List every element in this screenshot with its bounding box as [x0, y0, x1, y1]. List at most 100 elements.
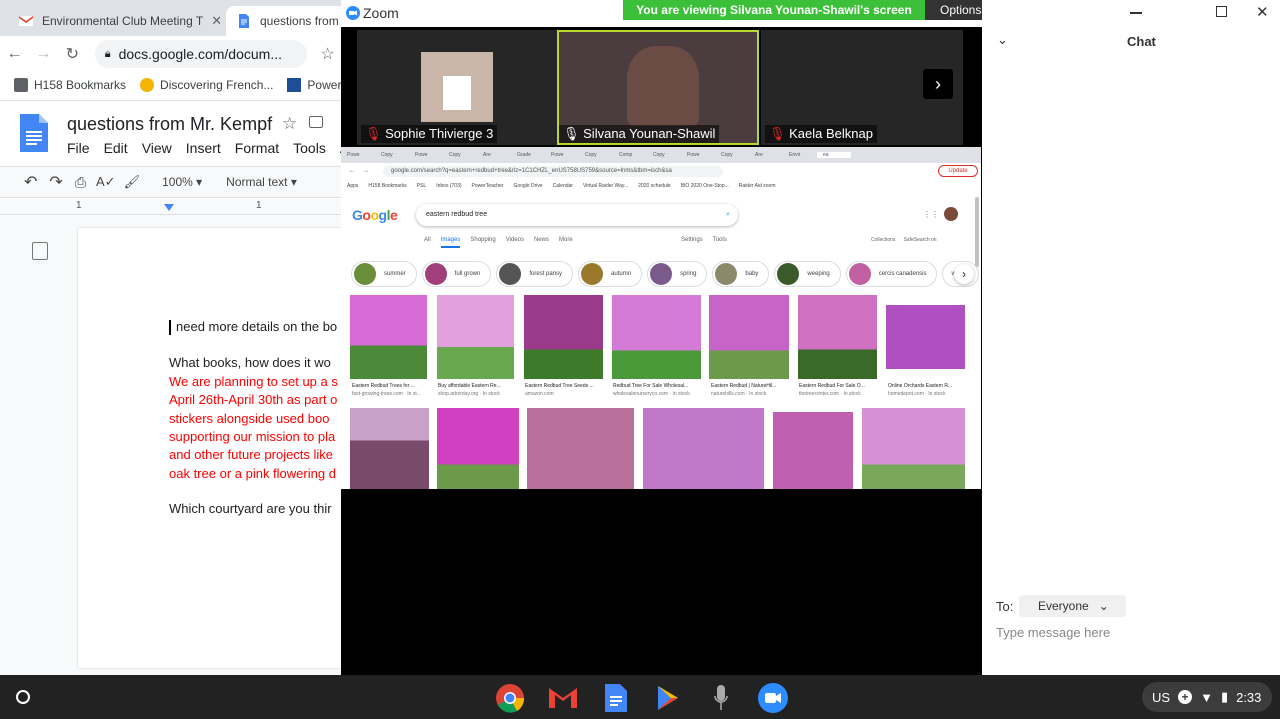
- to-label: To:: [996, 599, 1014, 614]
- launcher-button[interactable]: [8, 682, 38, 712]
- shared-tab: Powe: [551, 152, 564, 158]
- shelf-app-voice[interactable]: [706, 683, 736, 713]
- bookmark-french[interactable]: Discovering French...: [140, 78, 273, 92]
- star-icon[interactable]: ☆: [282, 114, 297, 134]
- bookmark-powerschool[interactable]: PowerS: [287, 78, 342, 92]
- bookmark-h158[interactable]: H158 Bookmarks: [14, 78, 126, 92]
- tab-gmail[interactable]: Environmental Club Meeting T ✕: [8, 6, 220, 36]
- back-icon[interactable]: ←: [0, 45, 29, 63]
- search-tools: Settings Tools: [681, 237, 727, 243]
- muted-mic-icon: 🎙︎: [769, 126, 786, 141]
- shared-tab: Grade: [517, 152, 531, 158]
- image-result: [862, 408, 965, 489]
- shared-bookmark: PowerTeacher: [471, 183, 504, 189]
- forward-icon[interactable]: →: [29, 45, 58, 63]
- shared-bookmark: Raider Aid zoom: [738, 183, 776, 189]
- result-source: fast-growing-trees.com · In st...: [352, 391, 421, 397]
- chip: spring: [647, 261, 708, 287]
- doc-line: need more details on the bo: [176, 319, 338, 334]
- google-logo: Google: [352, 207, 398, 223]
- shelf-app-docs[interactable]: [601, 683, 631, 713]
- status-tray[interactable]: US + ▼ ▮ 2:33: [1142, 682, 1272, 712]
- menu-insert[interactable]: Insert: [186, 140, 221, 156]
- doc-line: oak tree or a pink flowering d: [169, 466, 336, 481]
- reload-icon[interactable]: ↻: [58, 44, 87, 64]
- wifi-icon: ▼: [1200, 689, 1213, 705]
- collections-link: Collections: [871, 237, 896, 243]
- star-icon[interactable]: ☆: [313, 44, 342, 64]
- result-source: wholesalenurseryco.com · In stock: [613, 391, 690, 397]
- doc-line: stickers alongside used boo: [169, 411, 330, 426]
- chevron-right-icon: ›: [954, 264, 974, 284]
- doc-line: What books, how does it wo: [169, 355, 331, 370]
- powerschool-icon: [287, 78, 302, 92]
- chip: baby: [712, 261, 770, 287]
- participant-tile-sophie[interactable]: 🎙︎ Sophie Thivierge 3: [357, 30, 559, 145]
- menu-edit[interactable]: Edit: [104, 140, 128, 156]
- participant-name: 🎙︎ Kaela Belknap: [765, 125, 877, 143]
- shared-bookmark: H158 Bookmarks: [368, 183, 407, 189]
- spellcheck-icon[interactable]: A✓: [96, 174, 116, 190]
- menu-file[interactable]: File: [67, 140, 90, 156]
- search-tab-news: News: [533, 237, 549, 243]
- chat-panel: [982, 0, 1280, 675]
- menu-format[interactable]: Format: [235, 140, 279, 156]
- launcher-icon: [16, 690, 30, 704]
- shelf-app-chrome[interactable]: [495, 683, 525, 713]
- chat-message-input[interactable]: Type message here: [996, 625, 1110, 640]
- search-query: eastern redbud tree: [426, 211, 488, 218]
- shared-bookmark: PSL: [416, 183, 427, 189]
- shelf-app-play-store[interactable]: [653, 683, 683, 713]
- url-field[interactable]: 🔒︎ docs.google.com/docum...: [94, 40, 308, 68]
- chip-thumbnail: [650, 263, 673, 285]
- undo-icon[interactable]: ↶: [24, 172, 37, 192]
- recipient-select[interactable]: Everyone ⌄: [1019, 595, 1126, 617]
- paint-format-icon[interactable]: 🖌︎: [124, 174, 141, 190]
- shared-screen[interactable]: Powe Copy Powe Copy Are Grade Powe Copy Comp Copy…: [341, 147, 981, 489]
- folder-icon: [14, 78, 28, 92]
- tab-label: Environmental Club Meeting T: [42, 14, 204, 28]
- menu-view[interactable]: View: [142, 140, 172, 156]
- docs-toolbar: ↶ ↷ ⎙ A✓ 🖌︎ 100% ▾ Normal text ▾: [0, 166, 342, 198]
- chip: autumn: [578, 261, 643, 287]
- indent-marker[interactable]: [164, 204, 174, 211]
- move-folder-icon[interactable]: [309, 116, 323, 128]
- close-icon[interactable]: ✕: [1256, 3, 1269, 21]
- chevron-down-icon: ⌄: [1098, 599, 1109, 613]
- image-result: [886, 305, 965, 369]
- lock-icon: 🔒︎: [104, 47, 111, 60]
- tab-label: questions from M: [260, 14, 342, 28]
- doc-line: April 26th-April 30th as part o: [169, 392, 338, 407]
- scrollbar: [975, 197, 979, 267]
- search-tab-all: All: [424, 237, 431, 243]
- menu-tools[interactable]: Tools: [293, 140, 326, 156]
- redo-icon[interactable]: ↷: [49, 172, 62, 192]
- ruler-mark: 1: [76, 200, 82, 211]
- docs-logo-icon[interactable]: [20, 114, 48, 152]
- shared-tab: Powe: [347, 152, 360, 158]
- style-select[interactable]: Normal text ▾: [226, 175, 297, 189]
- shelf-app-gmail[interactable]: [548, 683, 578, 713]
- minimize-icon[interactable]: [1130, 12, 1142, 14]
- next-participants-button[interactable]: ›: [923, 69, 953, 99]
- participant-tile-silvana[interactable]: 🎙︎ Silvana Younan-Shawil: [557, 30, 759, 145]
- chip-thumbnail: [354, 263, 376, 285]
- tab-docs[interactable]: questions from M: [226, 6, 342, 36]
- document-title[interactable]: questions from Mr. Kempf: [67, 114, 272, 135]
- chip-thumbnail: [777, 263, 800, 285]
- search-tabs: All Images Shopping Videos News More: [424, 237, 573, 248]
- shared-tab: Comp: [619, 152, 633, 158]
- close-tab-icon[interactable]: ✕: [211, 13, 220, 29]
- maximize-icon[interactable]: [1216, 6, 1227, 17]
- collapse-chevron-icon[interactable]: ⌄: [997, 32, 1008, 48]
- chrome-window: Environmental Club Meeting T ✕ questions…: [0, 0, 342, 675]
- collections-links: Collections SafeSearch on: [871, 237, 937, 243]
- shelf-app-zoom[interactable]: [758, 683, 788, 713]
- outline-icon[interactable]: [32, 242, 48, 260]
- zoom-icon: [758, 683, 788, 713]
- doc-line: We are planning to set up a s: [169, 374, 338, 389]
- shared-bookmarks-bar: Apps H158 Bookmarks PSL Inbox (703) Powe…: [341, 180, 981, 192]
- zoom-select[interactable]: 100% ▾: [162, 175, 202, 189]
- result-title: Eastern Redbud | NatureHil...: [711, 383, 777, 389]
- print-icon[interactable]: ⎙: [75, 174, 86, 191]
